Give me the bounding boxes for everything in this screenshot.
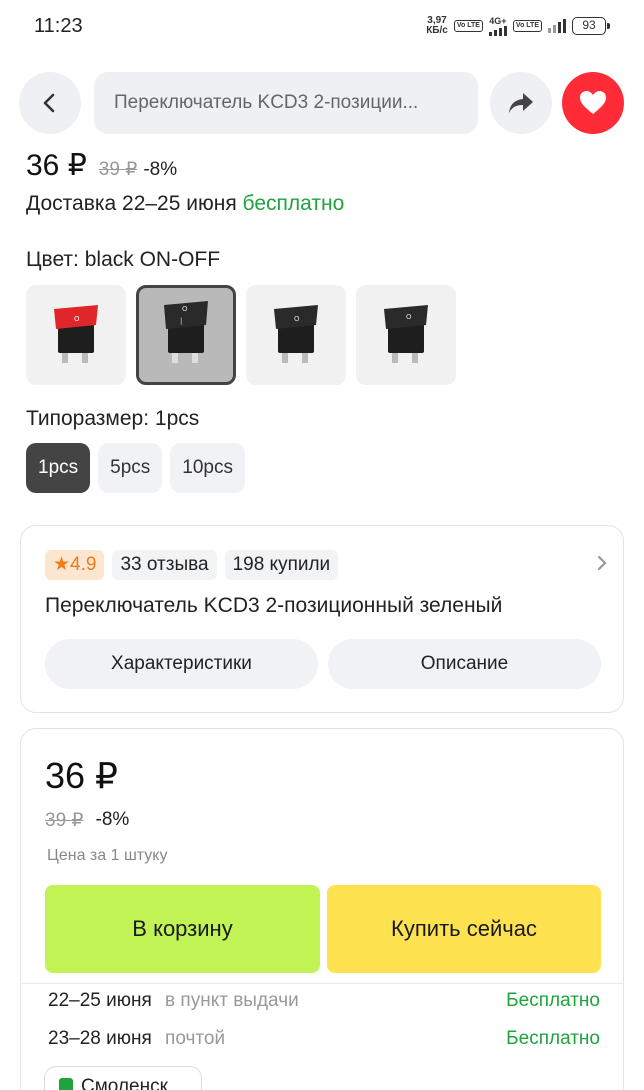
color-swatches: O O | O O <box>26 285 456 385</box>
status-time: 11:23 <box>34 15 83 37</box>
size-option-5pcs[interactable]: 5pcs <box>98 443 163 493</box>
price-per-unit: Цена за 1 штуку <box>47 847 168 864</box>
city-chip[interactable]: Смоленск <box>44 1066 202 1090</box>
volte-icon-2: Vo LTE <box>512 20 542 32</box>
old-price: 39 ₽ <box>98 159 138 180</box>
battery-icon: 93 <box>572 17 610 35</box>
delivery-info: Доставка 22–25 июня бесплатно <box>26 192 344 216</box>
delivery-dates: Доставка 22–25 июня <box>26 192 237 215</box>
location-icon <box>59 1078 73 1090</box>
network-speed-unit: КБ/с <box>426 25 448 36</box>
buy-discount: -8% <box>95 809 130 830</box>
back-button[interactable] <box>19 72 81 134</box>
city-name: Смоленск <box>81 1076 168 1090</box>
status-bar: 11:23 3,97 КБ/с Vo LTE 4G+ Vo LTE 93 <box>0 0 644 56</box>
volte-icon: Vo LTE <box>453 20 483 32</box>
delivery-option-cost: Бесплатно <box>506 990 600 1011</box>
signal-icon-2 <box>548 19 566 33</box>
buy-old-price-row: 39 ₽ -8% <box>45 809 129 832</box>
size-label: Типоразмер: 1pcs <box>26 407 200 430</box>
color-swatch-black-on-off[interactable]: O | <box>136 285 236 385</box>
price-summary: 36 ₽ 39 ₽ -8% <box>26 148 177 183</box>
rating-value: 4.9 <box>70 554 97 575</box>
switch-black-4-image: O <box>384 305 428 363</box>
delivery-option-method: почтой <box>165 1028 226 1049</box>
network-type: 4G+ <box>489 15 507 26</box>
size-options: 1pcs 5pcs 10pcs <box>26 443 245 493</box>
add-to-cart-button[interactable]: В корзину <box>45 885 320 973</box>
svg-text:O: O <box>182 305 188 313</box>
specs-button[interactable]: Характеристики <box>45 639 318 689</box>
delivery-free: бесплатно <box>242 192 345 215</box>
signal-icon: 4G+ <box>488 15 507 36</box>
delivery-option: 22–25 июня в пункт выдачи Бесплатно <box>48 990 600 1012</box>
size-option-1pcs[interactable]: 1pcs <box>26 443 91 493</box>
bought-badge: 198 купили <box>224 550 339 580</box>
info-tabs: Характеристики Описание <box>45 639 601 689</box>
color-label: Цвет: black ON-OFF <box>26 248 221 271</box>
svg-text:O: O <box>294 315 300 323</box>
description-button[interactable]: Описание <box>328 639 601 689</box>
discount: -8% <box>143 159 178 180</box>
heart-icon <box>580 91 606 114</box>
color-swatch-red[interactable]: O <box>26 285 126 385</box>
switch-black-3-image: O <box>274 305 318 363</box>
color-swatch-black-4[interactable]: O <box>356 285 456 385</box>
reviews-badge[interactable]: 33 отзыва <box>112 550 217 580</box>
divider <box>20 983 624 984</box>
share-icon <box>509 93 533 113</box>
top-bar: Переключатель KCD3 2-позиции... <box>0 72 644 136</box>
status-icons: 3,97 КБ/с Vo LTE 4G+ Vo LTE 93 <box>426 15 610 36</box>
svg-text:|: | <box>180 317 182 325</box>
product-badges: ★4.9 33 отзыва 198 купили <box>45 550 339 580</box>
delivery-option-method: в пункт выдачи <box>165 990 299 1011</box>
delivery-option: 23–28 июня почтой Бесплатно <box>48 1028 600 1050</box>
buy-old-price: 39 ₽ <box>45 810 84 831</box>
switch-red-image: O <box>54 305 98 363</box>
chevron-right-icon[interactable] <box>595 554 609 577</box>
rating-badge[interactable]: ★4.9 <box>45 550 105 580</box>
switch-black-image: O | <box>164 301 208 363</box>
buy-now-button[interactable]: Купить сейчас <box>327 885 601 973</box>
buy-price: 36 ₽ <box>45 755 118 796</box>
delivery-option-cost: Бесплатно <box>506 1028 600 1049</box>
product-title: Переключатель KCD3 2-позиционный зеленый <box>45 594 503 617</box>
delivery-option-date: 23–28 июня <box>48 1028 152 1049</box>
svg-text:O: O <box>406 313 412 321</box>
search-field[interactable]: Переключатель KCD3 2-позиции... <box>94 72 478 134</box>
product-info-card[interactable]: ★4.9 33 отзыва 198 купили Переключатель … <box>20 525 624 713</box>
network-speed: 3,97 КБ/с <box>426 16 448 36</box>
size-option-10pcs[interactable]: 10pcs <box>170 443 245 493</box>
star-icon: ★ <box>53 554 71 575</box>
favorite-button[interactable] <box>562 72 624 134</box>
delivery-option-date: 22–25 июня <box>48 990 152 1011</box>
color-swatch-black-3[interactable]: O <box>246 285 346 385</box>
chevron-left-icon <box>43 93 55 113</box>
share-button[interactable] <box>490 72 552 134</box>
svg-text:O: O <box>74 315 80 323</box>
current-price: 36 ₽ <box>26 149 87 182</box>
